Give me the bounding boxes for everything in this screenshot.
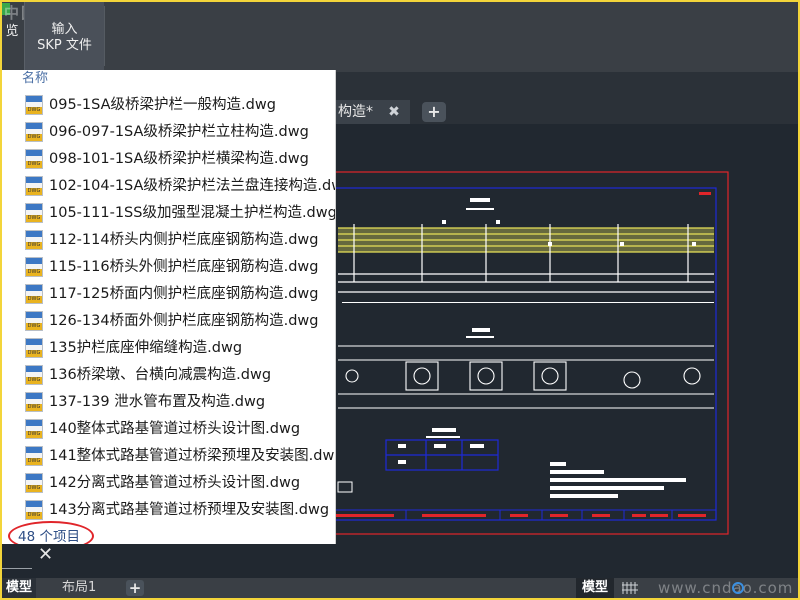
- file-list-item[interactable]: DWG 102-104-1SA级桥梁护栏法兰盘连接构造.dwg: [2, 173, 336, 200]
- watermark-bottom: www.cndao.com: [658, 579, 794, 597]
- dwg-file-icon: DWG: [25, 473, 43, 493]
- file-name: 141整体式路基管道过桥梁预埋及安装图.dwg: [49, 448, 336, 464]
- tab-layout1[interactable]: 布局1: [58, 578, 100, 598]
- file-list-item[interactable]: DWG 143分离式路基管道过桥预埋及安装图.dwg: [2, 497, 335, 524]
- dwg-file-icon: DWG: [25, 257, 43, 277]
- file-name: 096-097-1SA级桥梁护栏立柱构造.dwg: [49, 124, 309, 140]
- file-list: DWG 095-1SA级桥梁护栏一般构造.dwg DWG 096-097-1SA级桥…: [2, 92, 336, 524]
- dwg-file-icon: DWG: [25, 446, 43, 466]
- import-label-line1: 输入: [51, 22, 78, 37]
- dwg-file-icon: DWG: [25, 338, 43, 358]
- dwg-file-icon: DWG: [25, 203, 43, 223]
- file-name: 140整体式路基管道过桥头设计图.dwg: [49, 421, 301, 437]
- file-list-item[interactable]: DWG 135护栏底座伸缩缝构造.dwg: [2, 335, 335, 362]
- file-list-item[interactable]: DWG 142分离式路基管道过桥头设计图.dwg: [2, 470, 335, 497]
- file-name: 117-125桥面内侧护栏底座钢筋构造.dwg: [49, 286, 319, 302]
- tab-model[interactable]: 模型: [2, 578, 37, 598]
- file-list-item[interactable]: DWG 112-114桥头内侧护栏底座钢筋构造.dwg: [2, 227, 335, 254]
- file-name: 135护栏底座伸缩缝构造.dwg: [49, 340, 243, 356]
- file-name: 098-101-1SA级桥梁护栏横梁构造.dwg: [49, 151, 309, 167]
- app-window: 中国道路网 览 输入 SKP 文件 构造* ✖ +: [2, 2, 798, 598]
- file-list-item[interactable]: DWG 136桥梁墩、台横向减震构造.dwg: [2, 362, 335, 389]
- file-name: 115-116桥头外侧护栏底座钢筋构造.dwg: [49, 259, 319, 275]
- file-name: 137-139 泄水管布置及构造.dwg: [49, 394, 266, 410]
- file-list-item[interactable]: DWG 096-097-1SA级桥梁护栏立柱构造.dwg: [2, 119, 335, 146]
- file-name: 126-134桥面外侧护栏底座钢筋构造.dwg: [49, 313, 319, 329]
- file-list-item[interactable]: DWG 126-134桥面外侧护栏底座钢筋构造.dwg: [2, 308, 335, 335]
- file-list-item[interactable]: DWG 137-139 泄水管布置及构造.dwg: [2, 389, 335, 416]
- file-name: 112-114桥头内侧护栏底座钢筋构造.dwg: [49, 232, 319, 248]
- file-list-item[interactable]: DWG 115-116桥头外侧护栏底座钢筋构造.dwg: [2, 254, 335, 281]
- file-name: 136桥梁墩、台横向减震构造.dwg: [49, 367, 272, 383]
- new-tab-button[interactable]: +: [422, 102, 446, 122]
- dwg-file-icon: DWG: [25, 176, 43, 196]
- dwg-file-icon: DWG: [25, 284, 43, 304]
- file-list-item[interactable]: DWG 141整体式路基管道过桥梁预埋及安装图.dwg: [2, 443, 336, 470]
- dwg-file-icon: DWG: [25, 149, 43, 169]
- dwg-file-icon: DWG: [25, 95, 43, 115]
- close-tab-icon[interactable]: ✖: [386, 100, 402, 124]
- globe-icon[interactable]: [732, 582, 744, 594]
- dwg-file-icon: DWG: [25, 230, 43, 250]
- dwg-file-icon: DWG: [25, 500, 43, 520]
- file-list-item[interactable]: DWG 095-1SA级桥梁护栏一般构造.dwg: [2, 92, 335, 119]
- import-skp-button[interactable]: 输入 SKP 文件: [24, 2, 104, 70]
- dwg-file-icon: DWG: [25, 392, 43, 412]
- file-name: 143分离式路基管道过桥预埋及安装图.dwg: [49, 502, 330, 518]
- column-header-name[interactable]: 名称: [22, 70, 48, 88]
- file-name: 142分离式路基管道过桥头设计图.dwg: [49, 475, 301, 491]
- file-list-item[interactable]: DWG 140整体式路基管道过桥头设计图.dwg: [2, 416, 335, 443]
- file-explorer-panel: 名称 DWG 095-1SA级桥梁护栏一般构造.dwg DWG 096-097-1S…: [2, 70, 336, 544]
- ribbon-divider: [104, 6, 105, 66]
- import-label-line2: SKP 文件: [37, 38, 92, 53]
- highlight-ellipse: [8, 521, 94, 544]
- dwg-file-icon: DWG: [25, 365, 43, 385]
- model-space-toggle[interactable]: 模型: [576, 578, 615, 598]
- add-layout-button[interactable]: +: [126, 580, 144, 596]
- grid-icon[interactable]: [622, 582, 638, 594]
- status-bar: 模型 布局1 + 模型 www.cndao.com: [2, 578, 798, 598]
- ribbon: 中国道路网 览 输入 SKP 文件: [2, 2, 798, 72]
- dwg-file-icon: DWG: [25, 419, 43, 439]
- close-icon[interactable]: ✕: [38, 546, 54, 564]
- file-list-item[interactable]: DWG 105-111-1SS级加强型混凝土护栏构造.dwg: [2, 200, 336, 227]
- dwg-file-icon: DWG: [25, 311, 43, 331]
- preview-button[interactable]: 览: [2, 2, 22, 70]
- divider: [2, 568, 32, 569]
- file-list-item[interactable]: DWG 098-101-1SA级桥梁护栏横梁构造.dwg: [2, 146, 335, 173]
- dwg-file-icon: DWG: [25, 122, 43, 142]
- file-name: 095-1SA级桥梁护栏一般构造.dwg: [49, 97, 276, 113]
- file-name: 102-104-1SA级桥梁护栏法兰盘连接构造.dwg: [49, 178, 336, 194]
- file-list-item[interactable]: DWG 117-125桥面内侧护栏底座钢筋构造.dwg: [2, 281, 335, 308]
- file-name: 105-111-1SS级加强型混凝土护栏构造.dwg: [49, 205, 336, 221]
